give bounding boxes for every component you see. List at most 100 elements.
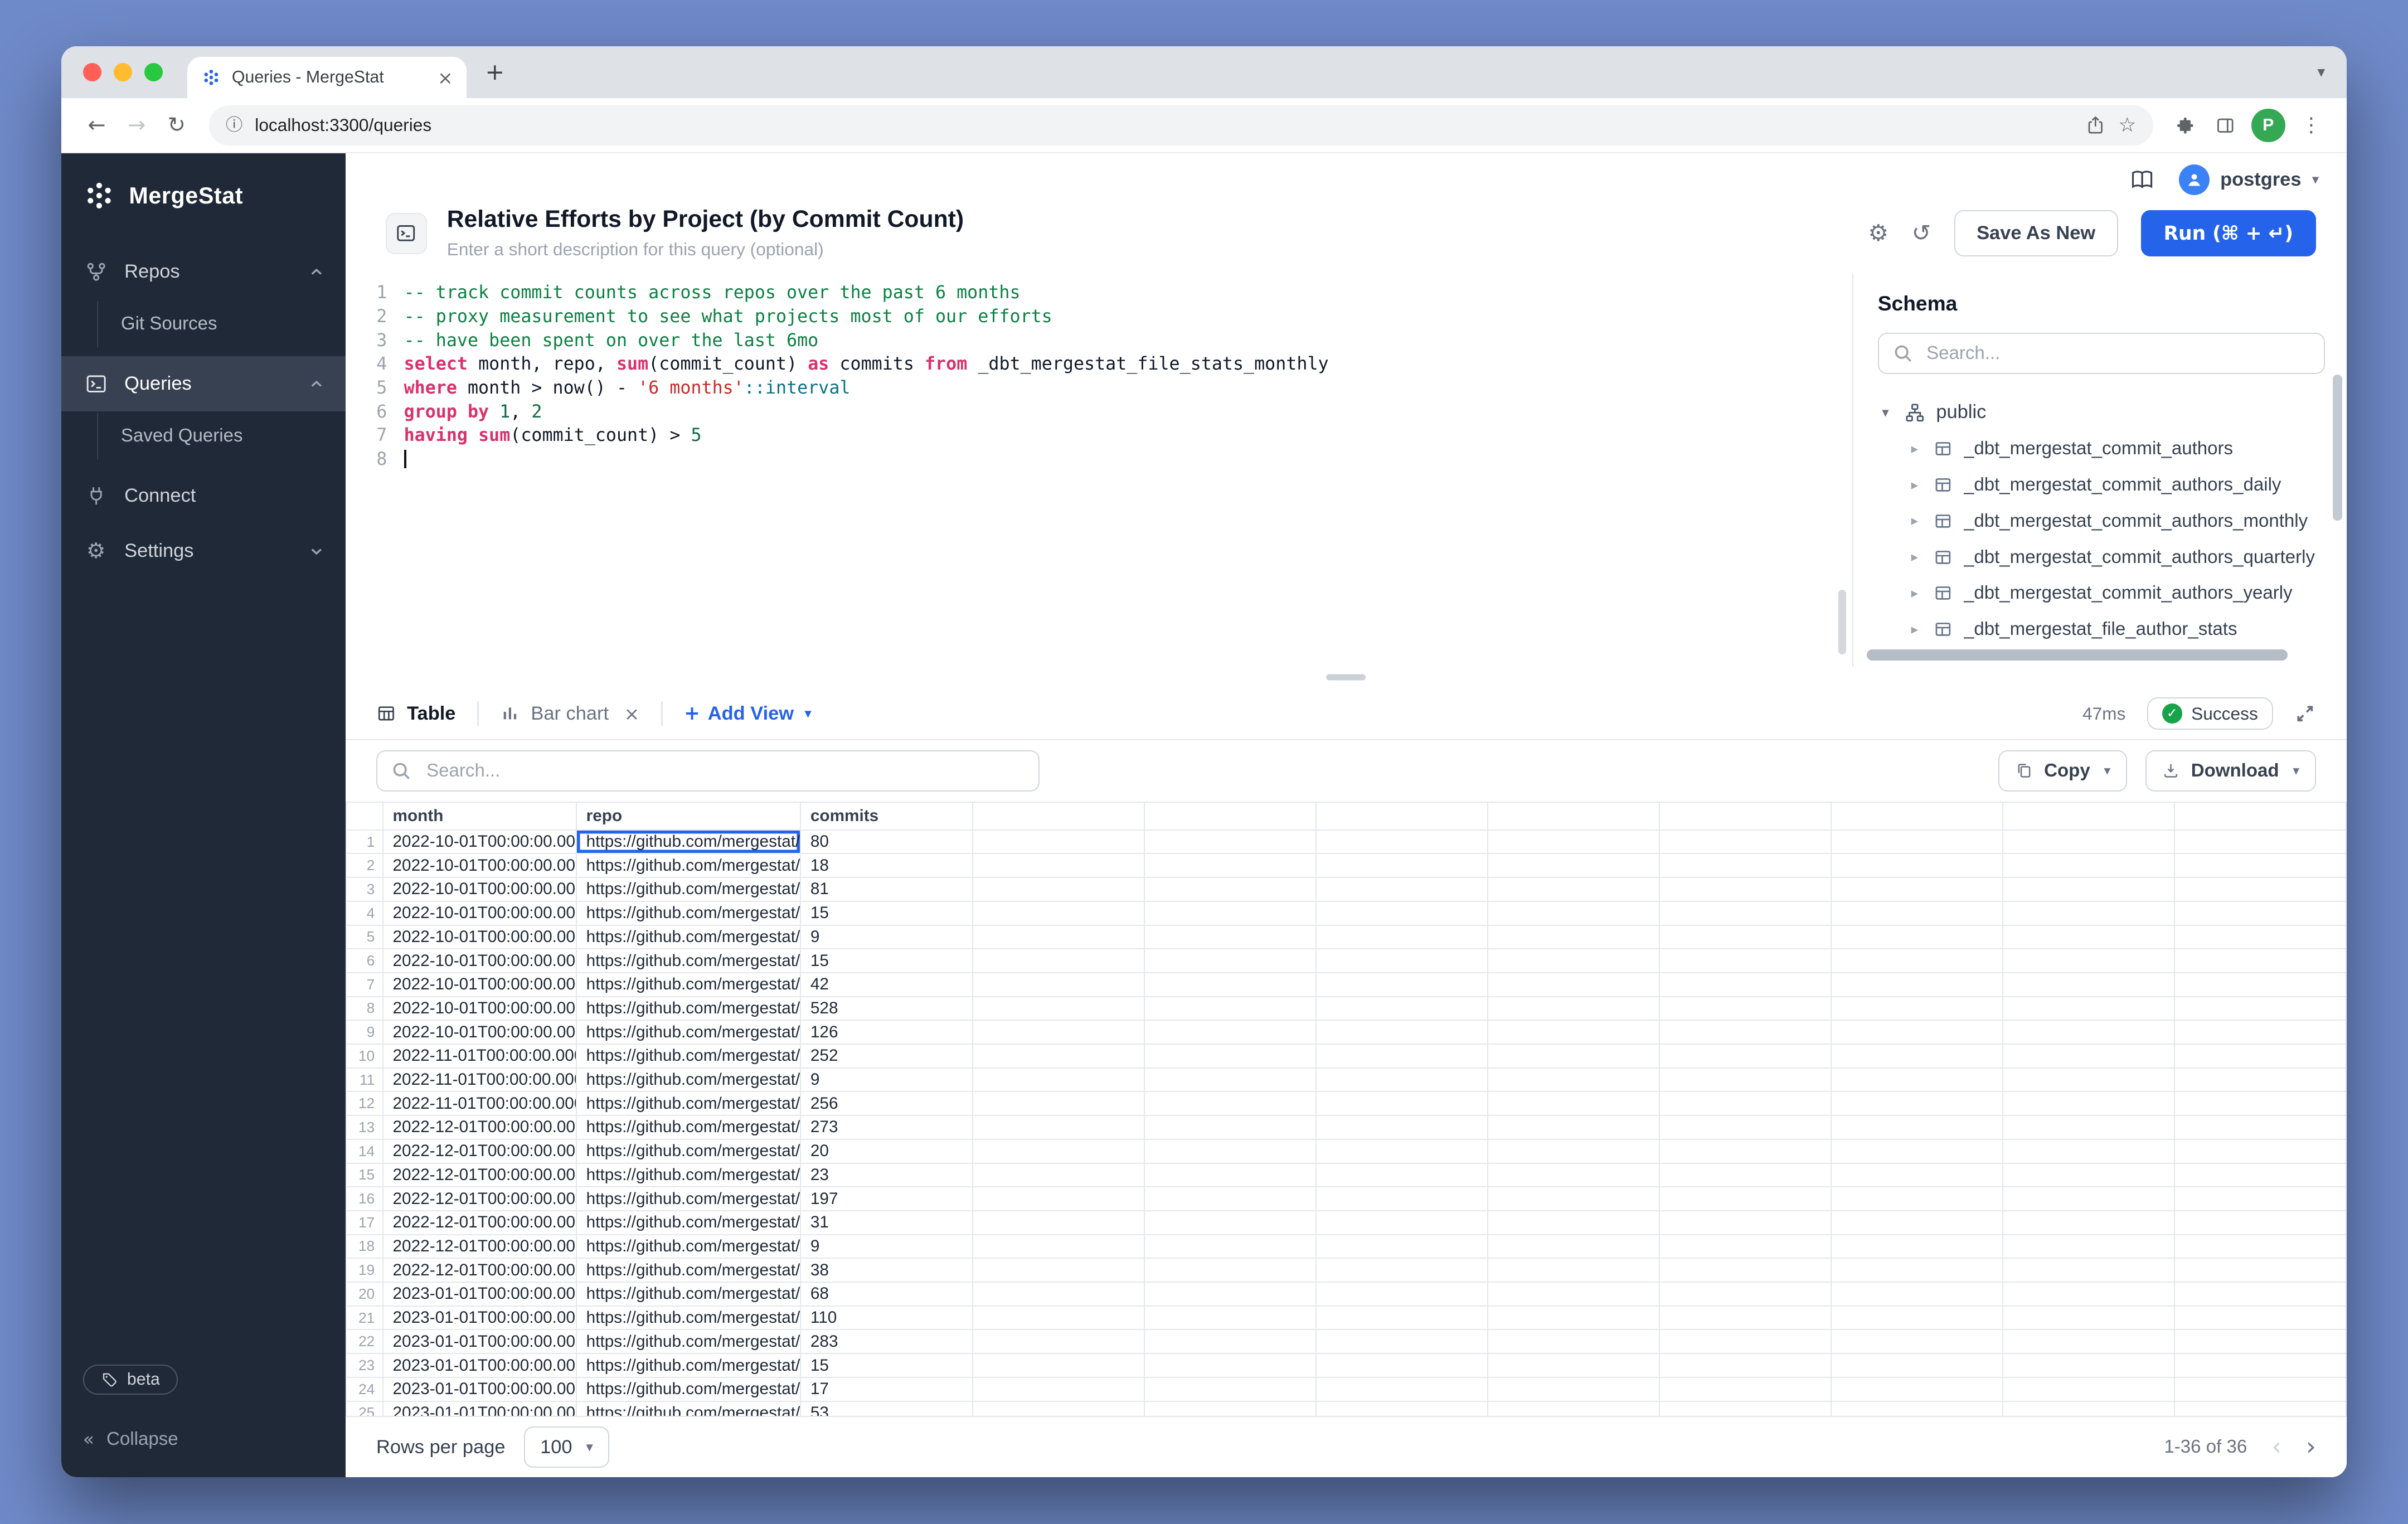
cell-month[interactable]: 2022-12-01T00:00:00.000Z [383, 1115, 576, 1139]
cell-repo[interactable]: https://github.com/mergestat/... [576, 877, 800, 901]
tab-list-chevron-icon[interactable]: ▾ [2317, 65, 2325, 80]
cell-month[interactable]: 2022-12-01T00:00:00.000Z [383, 1139, 576, 1163]
cell-commits[interactable]: 18 [800, 853, 973, 877]
table-row[interactable]: 112022-11-01T00:00:00.000Zhttps://github… [346, 1068, 2346, 1092]
cell-repo[interactable]: https://github.com/mergestat/... [576, 973, 800, 997]
cell-month[interactable]: 2022-10-01T00:00:00.000Z [383, 925, 576, 949]
cell-month[interactable]: 2023-01-01T00:00:00.000Z [383, 1329, 576, 1353]
cell-month[interactable]: 2023-01-01T00:00:00.000Z [383, 1282, 576, 1306]
table-row[interactable]: 162022-12-01T00:00:00.000Zhttps://github… [346, 1187, 2346, 1211]
cell-month[interactable]: 2022-10-01T00:00:00.000Z [383, 949, 576, 973]
table-row[interactable]: 42022-10-01T00:00:00.000Zhttps://github.… [346, 901, 2346, 925]
cell-repo[interactable]: https://github.com/mergestat/... [576, 1235, 800, 1259]
cell-repo[interactable]: https://github.com/mergestat/... [576, 997, 800, 1021]
table-row[interactable]: 172022-12-01T00:00:00.000Zhttps://github… [346, 1211, 2346, 1235]
site-info-icon[interactable]: ⓘ [226, 117, 242, 134]
table-row[interactable]: 72022-10-01T00:00:00.000Zhttps://github.… [346, 973, 2346, 997]
table-row[interactable]: 192022-12-01T00:00:00.000Zhttps://github… [346, 1258, 2346, 1282]
expand-caret-icon[interactable]: ▸ [1907, 623, 1922, 637]
code-line[interactable]: select month, repo, sum(commit_count) as… [404, 352, 1852, 376]
cell-commits[interactable]: 15 [800, 901, 973, 925]
schema-table-item[interactable]: ▸ _dbt_mergestat_commit_authors_daily [1907, 467, 2325, 503]
run-query-button[interactable]: Run (⌘ + ↵) [2141, 210, 2316, 256]
code-line[interactable]: where month > now() - '6 months'::interv… [404, 376, 1852, 400]
new-tab-button[interactable]: + [486, 61, 505, 84]
code-line[interactable]: -- track commit counts across repos over… [404, 281, 1852, 305]
profile-avatar[interactable]: P [2251, 109, 2285, 143]
query-title[interactable]: Relative Efforts by Project (by Commit C… [447, 206, 1868, 233]
query-history-icon[interactable]: ↺ [1912, 222, 1931, 245]
cell-month[interactable]: 2022-11-01T00:00:00.000Z [383, 1091, 576, 1115]
cell-commits[interactable]: 42 [800, 973, 973, 997]
collapse-caret-icon[interactable]: ▾ [1878, 406, 1894, 420]
expand-caret-icon[interactable]: ▸ [1907, 442, 1922, 456]
page-size-select[interactable]: 100 ▾ [524, 1426, 610, 1468]
window-zoom-button[interactable] [144, 63, 163, 81]
cell-commits[interactable]: 528 [800, 997, 973, 1021]
table-row[interactable]: 32022-10-01T00:00:00.000Zhttps://github.… [346, 877, 2346, 901]
table-row[interactable]: 212023-01-01T00:00:00.000Zhttps://github… [346, 1306, 2346, 1330]
sidebar-item-saved-queries[interactable]: Saved Queries [98, 413, 346, 459]
sidebar-collapse-button[interactable]: « Collapse [61, 1413, 346, 1477]
table-row[interactable]: 202023-01-01T00:00:00.000Zhttps://github… [346, 1282, 2346, 1306]
cell-repo[interactable]: https://github.com/mergestat/... [576, 853, 800, 877]
cell-repo[interactable]: https://github.com/mergestat/... [576, 1282, 800, 1306]
back-button[interactable]: ← [77, 115, 117, 137]
cell-month[interactable]: 2022-10-01T00:00:00.000Z [383, 877, 576, 901]
cell-commits[interactable]: 17 [800, 1377, 973, 1401]
browser-tab[interactable]: Queries - MergeStat × [187, 57, 467, 98]
cell-repo[interactable]: https://github.com/mergestat/... [576, 1139, 800, 1163]
cell-month[interactable]: 2022-12-01T00:00:00.000Z [383, 1187, 576, 1211]
cell-repo[interactable]: https://github.com/mergestat/... [576, 1020, 800, 1044]
schema-table-item[interactable]: ▸ _dbt_mergestat_commit_authors_yearly [1907, 575, 2325, 611]
expand-caret-icon[interactable]: ▸ [1907, 550, 1922, 564]
table-row[interactable]: 122022-11-01T00:00:00.000Zhttps://github… [346, 1091, 2346, 1115]
share-icon[interactable] [2085, 115, 2106, 137]
side-panel-icon[interactable] [2205, 115, 2245, 137]
cell-commits[interactable]: 252 [800, 1044, 973, 1068]
cell-repo[interactable]: https://github.com/mergestat/... [576, 925, 800, 949]
forward-button[interactable]: → [116, 115, 157, 137]
code-line[interactable]: group by 1, 2 [404, 400, 1852, 424]
save-as-new-button[interactable]: Save As New [1954, 210, 2118, 256]
schema-table-item[interactable]: ▸ _dbt_mergestat_file_author_stats [1907, 611, 2325, 648]
cell-commits[interactable]: 197 [800, 1187, 973, 1211]
cell-commits[interactable]: 81 [800, 877, 973, 901]
cell-month[interactable]: 2022-10-01T00:00:00.000Z [383, 973, 576, 997]
tab-table-view[interactable]: Table [376, 703, 455, 725]
previous-page-button[interactable]: ‹ [2271, 1435, 2281, 1459]
cell-commits[interactable]: 31 [800, 1211, 973, 1235]
table-row[interactable]: 182022-12-01T00:00:00.000Zhttps://github… [346, 1235, 2346, 1259]
table-row[interactable]: 52022-10-01T00:00:00.000Zhttps://github.… [346, 925, 2346, 949]
cell-commits[interactable]: 23 [800, 1163, 973, 1187]
cell-month[interactable]: 2022-12-01T00:00:00.000Z [383, 1258, 576, 1282]
tab-bar-chart-view[interactable]: Bar chart × [500, 703, 639, 725]
cell-repo[interactable]: https://github.com/mergestat/... [576, 1187, 800, 1211]
results-search[interactable] [376, 750, 1040, 792]
cell-commits[interactable]: 273 [800, 1115, 973, 1139]
cell-commits[interactable]: 68 [800, 1282, 973, 1306]
cell-repo[interactable]: https://github.com/mergestat/... [576, 1115, 800, 1139]
schema-search[interactable] [1878, 333, 2326, 374]
query-settings-gear-icon[interactable]: ⚙ [1868, 222, 1888, 245]
code-line[interactable]: having sum(commit_count) > 5 [404, 424, 1852, 448]
cell-commits[interactable]: 126 [800, 1020, 973, 1044]
cell-month[interactable]: 2023-01-01T00:00:00.000Z [383, 1306, 576, 1330]
cell-month[interactable]: 2022-12-01T00:00:00.000Z [383, 1211, 576, 1235]
cell-repo[interactable]: https://github.com/mergestat/... [576, 1163, 800, 1187]
sidebar-item-connect[interactable]: Connect [61, 468, 346, 523]
sidebar-item-settings[interactable]: ⚙ Settings [61, 523, 346, 579]
table-row[interactable]: 242023-01-01T00:00:00.000Zhttps://github… [346, 1377, 2346, 1401]
window-close-button[interactable] [83, 63, 101, 81]
table-row[interactable]: 152022-12-01T00:00:00.000Zhttps://github… [346, 1163, 2346, 1187]
column-header-commits[interactable]: commits [800, 802, 973, 830]
cell-commits[interactable]: 15 [800, 1353, 973, 1377]
table-row[interactable]: 92022-10-01T00:00:00.000Zhttps://github.… [346, 1020, 2346, 1044]
cell-repo[interactable]: https://github.com/mergestat/... [576, 830, 800, 854]
cell-repo[interactable]: https://github.com/mergestat/... [576, 1306, 800, 1330]
tab-close-icon[interactable]: × [438, 69, 453, 87]
cell-commits[interactable]: 15 [800, 949, 973, 973]
table-row[interactable]: 22022-10-01T00:00:00.000Zhttps://github.… [346, 853, 2346, 877]
table-row[interactable]: 102022-11-01T00:00:00.000Zhttps://github… [346, 1044, 2346, 1068]
cell-commits[interactable]: 80 [800, 830, 973, 854]
